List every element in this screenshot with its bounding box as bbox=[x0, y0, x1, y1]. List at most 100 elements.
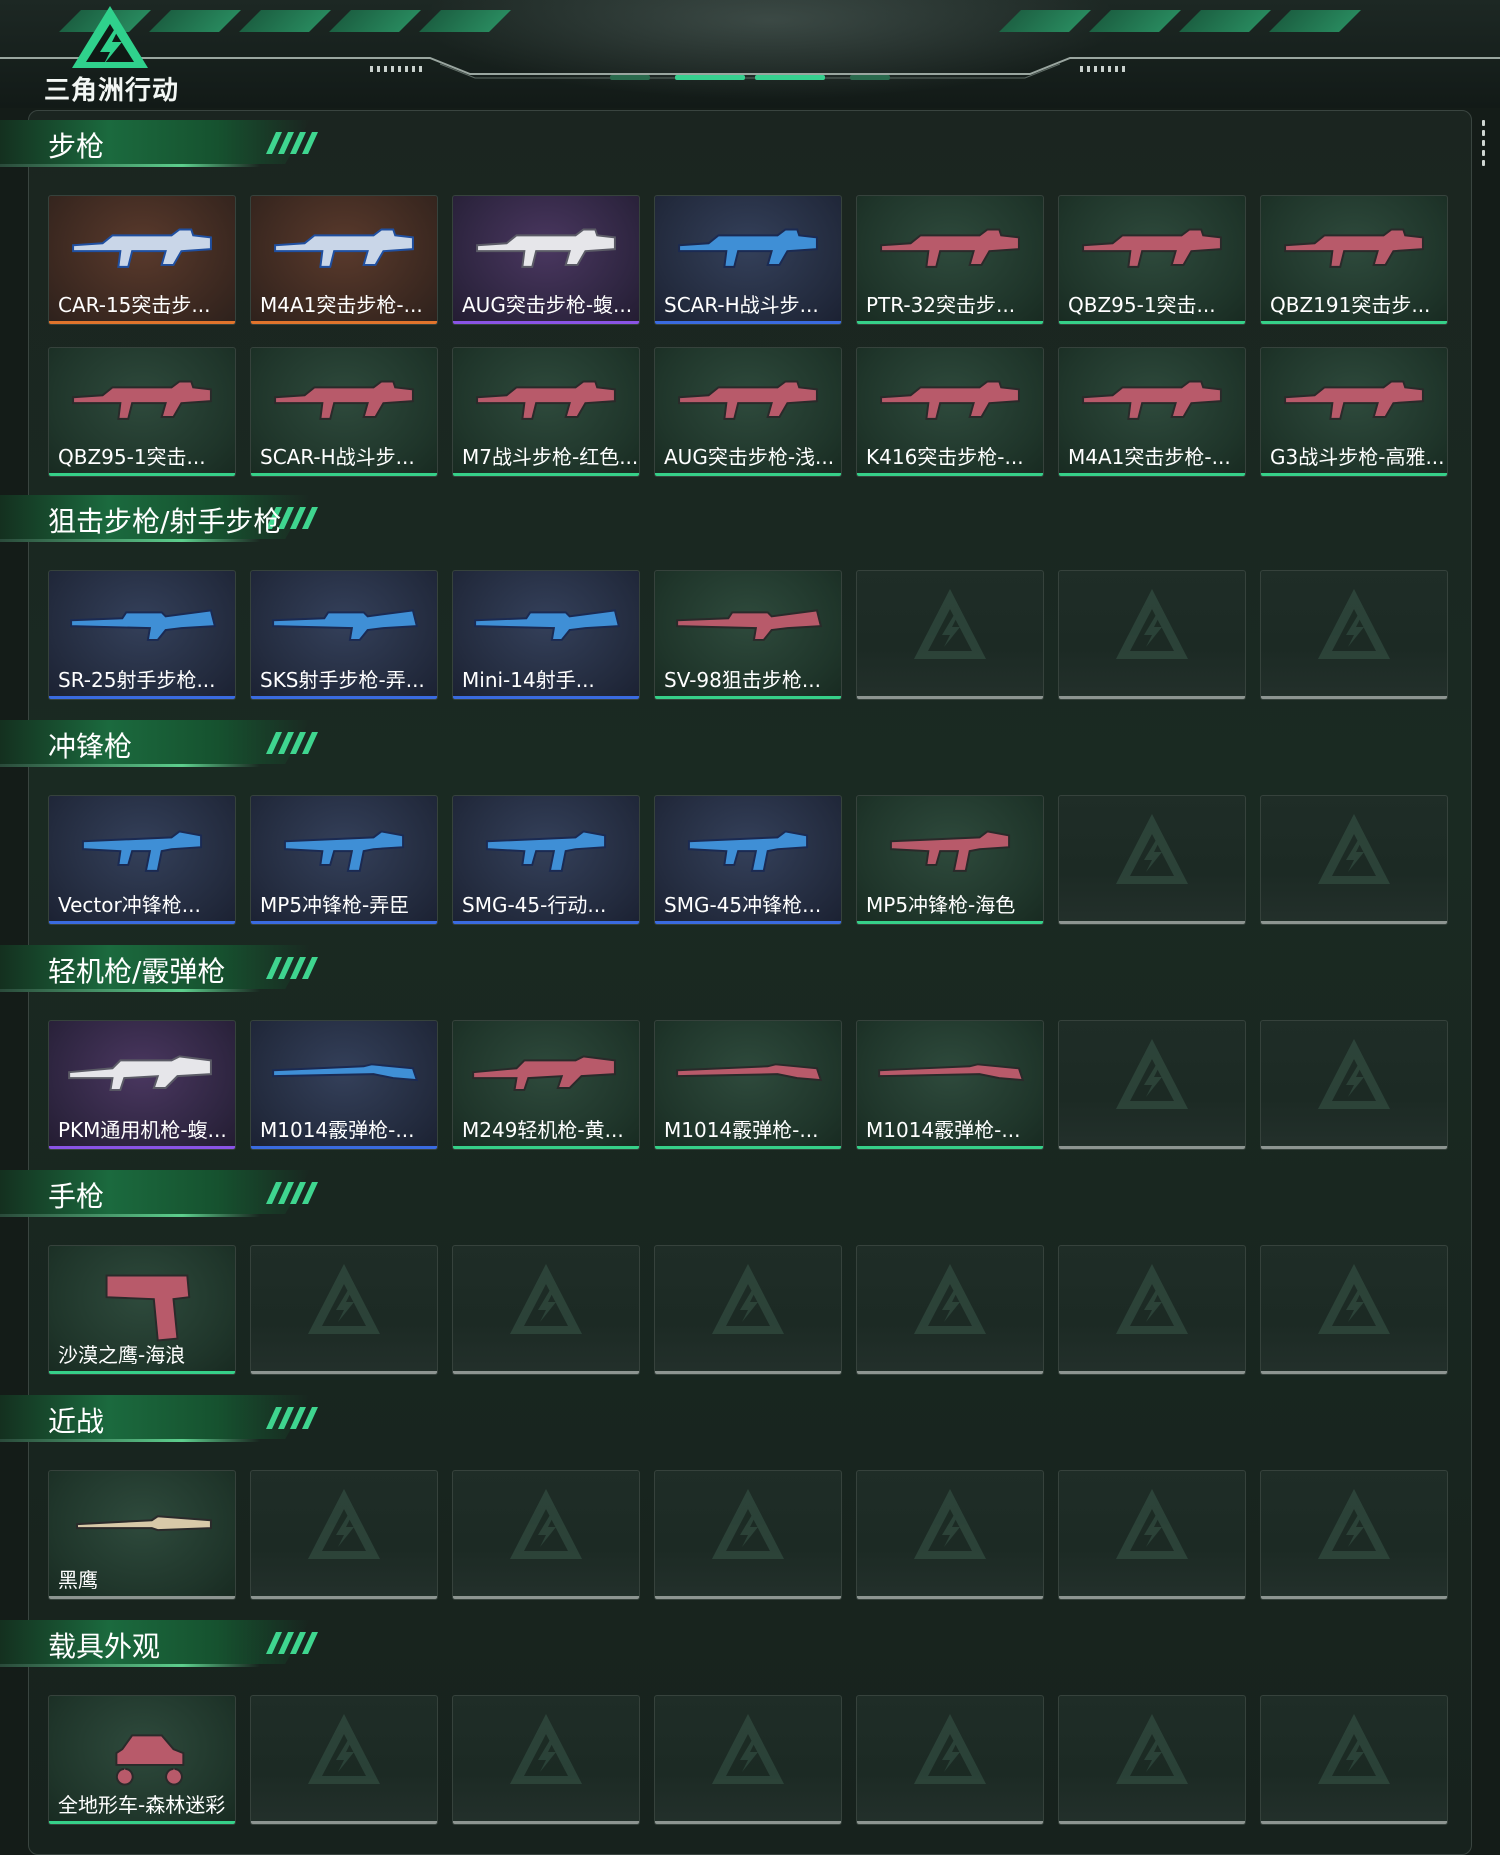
item-card[interactable]: SMG-45冲锋枪... bbox=[654, 795, 842, 925]
delta-watermark-icon bbox=[712, 1489, 784, 1559]
delta-watermark-icon bbox=[1318, 1714, 1390, 1784]
rarity-bar bbox=[857, 921, 1043, 924]
item-card[interactable]: SR-25射手步枪... bbox=[48, 570, 236, 700]
item-card[interactable]: AUG突击步枪-浅... bbox=[654, 347, 842, 477]
rarity-bar bbox=[453, 1596, 639, 1599]
rarity-bar bbox=[1059, 696, 1245, 699]
item-card[interactable]: SKS射手步枪-弄... bbox=[250, 570, 438, 700]
section-title-5: 近战 bbox=[0, 1395, 330, 1445]
rarity-bar bbox=[655, 1821, 841, 1824]
item-name: PKM通用机枪-蝮... bbox=[58, 1118, 227, 1142]
rarity-bar bbox=[1261, 1596, 1447, 1599]
item-card[interactable]: G3战斗步枪-高雅... bbox=[1260, 347, 1448, 477]
rarity-bar bbox=[655, 1596, 841, 1599]
item-card[interactable]: Vector冲锋枪... bbox=[48, 795, 236, 925]
item-card[interactable]: M4A1突击步枪-... bbox=[1058, 347, 1246, 477]
rarity-bar bbox=[1059, 1821, 1245, 1824]
rarity-bar bbox=[1261, 1146, 1447, 1149]
rarity-bar bbox=[453, 1146, 639, 1149]
empty-slot bbox=[250, 1695, 438, 1825]
item-card[interactable]: QBZ191突击步... bbox=[1260, 195, 1448, 325]
item-card[interactable]: QBZ95-1突击... bbox=[48, 347, 236, 477]
item-name: AUG突击步枪-蝮... bbox=[462, 293, 633, 317]
section-title-label: 狙击步枪/射手步枪 bbox=[48, 505, 282, 538]
item-card[interactable]: MP5冲锋枪-海色 bbox=[856, 795, 1044, 925]
section-title-underline bbox=[0, 164, 260, 167]
item-card[interactable]: SV-98狙击步枪... bbox=[654, 570, 842, 700]
scrollbar-indicator[interactable] bbox=[1482, 120, 1486, 180]
delta-watermark-icon bbox=[914, 1714, 986, 1784]
item-name: CAR-15突击步... bbox=[58, 293, 211, 317]
section-title-label: 近战 bbox=[48, 1405, 105, 1438]
empty-slot bbox=[1058, 795, 1246, 925]
empty-slot bbox=[856, 1245, 1044, 1375]
item-card[interactable]: PTR-32突击步... bbox=[856, 195, 1044, 325]
delta-watermark-icon bbox=[1318, 814, 1390, 884]
item-card[interactable]: M4A1突击步枪-... bbox=[250, 195, 438, 325]
item-name: SKS射手步枪-弄... bbox=[260, 668, 425, 692]
slash-decoration-icon bbox=[266, 732, 318, 754]
item-name: M249轻机枪-黄... bbox=[462, 1118, 624, 1142]
item-name: M1014霰弹枪-... bbox=[866, 1118, 1021, 1142]
empty-slot bbox=[250, 1470, 438, 1600]
empty-slot bbox=[1260, 570, 1448, 700]
item-card[interactable]: M7战斗步枪-红色... bbox=[452, 347, 640, 477]
delta-watermark-icon bbox=[1318, 1039, 1390, 1109]
rarity-bar bbox=[1261, 473, 1447, 476]
item-card[interactable]: QBZ95-1突击... bbox=[1058, 195, 1246, 325]
section-title-label: 步枪 bbox=[48, 130, 105, 163]
item-card[interactable]: PKM通用机枪-蝮... bbox=[48, 1020, 236, 1150]
rarity-bar bbox=[1261, 321, 1447, 324]
item-card[interactable]: M1014霰弹枪-... bbox=[250, 1020, 438, 1150]
section-grid-5: 黑鹰 bbox=[48, 1470, 1448, 1600]
item-card[interactable]: SMG-45-行动... bbox=[452, 795, 640, 925]
slash-decoration-icon bbox=[266, 1182, 318, 1204]
item-name: MP5冲锋枪-弄臣 bbox=[260, 893, 410, 917]
section-grid-4: 沙漠之鹰-海浪 bbox=[48, 1245, 1448, 1375]
item-card[interactable]: K416突击步枪-... bbox=[856, 347, 1044, 477]
item-name: QBZ95-1突击... bbox=[1068, 293, 1216, 317]
section-title-2: 冲锋枪 bbox=[0, 720, 330, 770]
empty-slot bbox=[1260, 1245, 1448, 1375]
empty-slot bbox=[1058, 1695, 1246, 1825]
rarity-bar bbox=[857, 1821, 1043, 1824]
rarity-bar bbox=[857, 696, 1043, 699]
delta-watermark-icon bbox=[914, 1489, 986, 1559]
rarity-bar bbox=[1261, 921, 1447, 924]
rarity-bar bbox=[1261, 1821, 1447, 1824]
section-grid-3: PKM通用机枪-蝮... M1014霰弹枪-... M249轻机枪-黄... M101… bbox=[48, 1020, 1448, 1150]
rarity-bar bbox=[251, 1146, 437, 1149]
item-card[interactable]: SCAR-H战斗步... bbox=[250, 347, 438, 477]
rarity-bar bbox=[453, 921, 639, 924]
item-name: SR-25射手步枪... bbox=[58, 668, 216, 692]
delta-watermark-icon bbox=[914, 1264, 986, 1334]
item-card[interactable]: AUG突击步枪-蝮... bbox=[452, 195, 640, 325]
item-name: SV-98狙击步枪... bbox=[664, 668, 821, 692]
item-card[interactable]: M249轻机枪-黄... bbox=[452, 1020, 640, 1150]
rarity-bar bbox=[655, 1146, 841, 1149]
rarity-bar bbox=[453, 321, 639, 324]
item-card[interactable]: MP5冲锋枪-弄臣 bbox=[250, 795, 438, 925]
empty-slot bbox=[1058, 1245, 1246, 1375]
rarity-bar bbox=[453, 1821, 639, 1824]
item-card[interactable]: M1014霰弹枪-... bbox=[856, 1020, 1044, 1150]
item-card[interactable]: Mini-14射手... bbox=[452, 570, 640, 700]
item-name: M4A1突击步枪-... bbox=[260, 293, 423, 317]
delta-watermark-icon bbox=[1116, 1489, 1188, 1559]
item-name: 沙漠之鹰-海浪 bbox=[58, 1343, 186, 1367]
item-card[interactable]: 全地形车-森林迷彩 bbox=[48, 1695, 236, 1825]
item-card[interactable]: 黑鹰 bbox=[48, 1470, 236, 1600]
empty-slot bbox=[1260, 1470, 1448, 1600]
rarity-bar bbox=[49, 321, 235, 324]
item-name: 黑鹰 bbox=[58, 1568, 98, 1592]
section-title-1: 狙击步枪/射手步枪 bbox=[0, 495, 330, 545]
item-name: QBZ95-1突击... bbox=[58, 445, 206, 469]
item-card[interactable]: M1014霰弹枪-... bbox=[654, 1020, 842, 1150]
delta-watermark-icon bbox=[1116, 1714, 1188, 1784]
item-card[interactable]: SCAR-H战斗步... bbox=[654, 195, 842, 325]
item-name: M1014霰弹枪-... bbox=[260, 1118, 415, 1142]
rarity-bar bbox=[251, 321, 437, 324]
item-card[interactable]: CAR-15突击步... bbox=[48, 195, 236, 325]
item-card[interactable]: 沙漠之鹰-海浪 bbox=[48, 1245, 236, 1375]
delta-watermark-icon bbox=[1116, 1264, 1188, 1334]
